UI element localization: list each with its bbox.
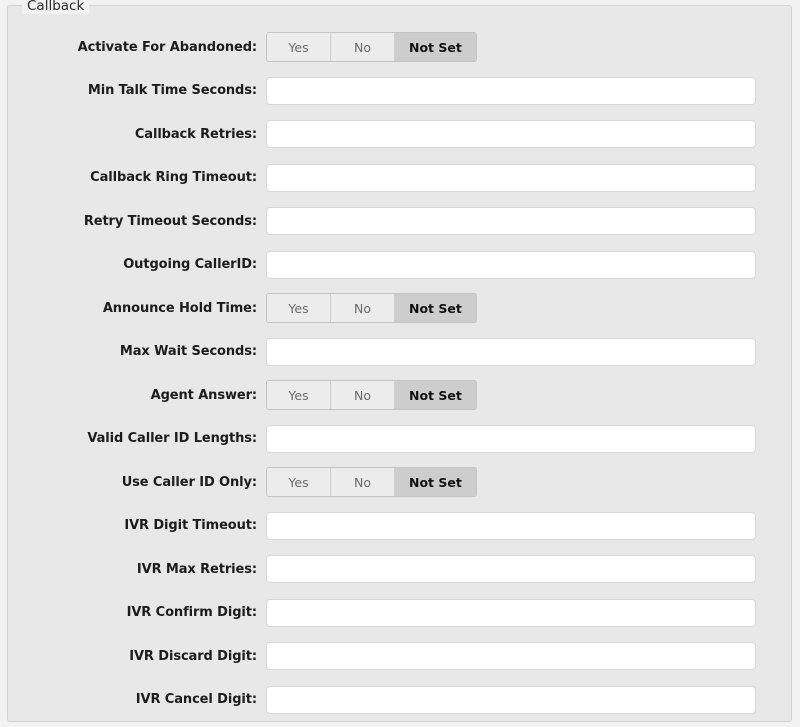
input-ivr-max-retries[interactable] (266, 555, 756, 583)
control-cell (259, 511, 791, 540)
toggle-option-no-announce-hold-time[interactable]: No (331, 294, 395, 322)
settings-row: IVR Cancel Digit: (8, 683, 791, 717)
toggle-group-activate-for-abandoned: Yes No Not Set (266, 32, 477, 62)
input-ivr-cancel-digit[interactable] (266, 685, 756, 714)
callback-settings-panel: Callback Activate For Abandoned: Yes No Not… (7, 0, 792, 722)
label-agent-answer: Agent Answer: (150, 387, 257, 403)
settings-row: Agent Answer: Yes No Not Set (8, 378, 791, 412)
label-callback-ring-timeout: Callback Ring Timeout: (90, 170, 257, 185)
settings-row: IVR Discard Digit: (8, 639, 791, 673)
settings-row: Callback Retries: (8, 117, 791, 151)
label-outgoing-callerid: Outgoing CallerID: (123, 257, 257, 272)
settings-row: Callback Ring Timeout: (8, 161, 791, 195)
settings-rows: Activate For Abandoned: Yes No Not Set Min T… (8, 6, 791, 721)
control-cell (259, 120, 791, 148)
toggle-option-not-set-agent-answer[interactable]: Not Set (395, 381, 476, 409)
toggle-option-no-use-caller-id-only[interactable]: No (331, 468, 395, 496)
label-ivr-digit-timeout: IVR Digit Timeout: (124, 518, 257, 533)
settings-row: Max Wait Seconds: (8, 335, 791, 369)
toggle-option-not-set-announce-hold-time[interactable]: Not Set (395, 294, 476, 322)
control-cell (259, 250, 791, 279)
label-use-caller-id-only: Use Caller ID Only: (121, 474, 257, 490)
label-min-talk-time-seconds: Min Talk Time Seconds: (87, 83, 257, 98)
control-cell (259, 207, 791, 235)
toggle-option-yes-announce-hold-time[interactable]: Yes (267, 294, 331, 322)
label-announce-hold-time: Announce Hold Time: (102, 300, 257, 316)
toggle-group-agent-answer: Yes No Not Set (266, 380, 477, 410)
input-outgoing-callerid[interactable] (266, 250, 756, 279)
control-cell (259, 424, 791, 453)
toggle-group-announce-hold-time: Yes No Not Set (266, 293, 477, 323)
toggle-option-yes-activate-for-abandoned[interactable]: Yes (267, 33, 331, 61)
settings-row: Use Caller ID Only: Yes No Not Set (8, 465, 791, 499)
control-cell (259, 555, 791, 583)
label-ivr-discard-digit: IVR Discard Digit: (129, 648, 257, 664)
label-ivr-cancel-digit: IVR Cancel Digit: (135, 692, 257, 707)
input-min-talk-time-seconds[interactable] (266, 76, 756, 105)
control-cell: Yes No Not Set (259, 32, 791, 62)
control-cell: Yes No Not Set (259, 380, 791, 410)
toggle-option-not-set-activate-for-abandoned[interactable]: Not Set (395, 33, 476, 61)
settings-row: Announce Hold Time: Yes No Not Set (8, 291, 791, 325)
settings-row: IVR Max Retries: (8, 552, 791, 586)
settings-row: Activate For Abandoned: Yes No Not Set (8, 30, 791, 64)
input-ivr-discard-digit[interactable] (266, 642, 756, 670)
control-cell: Yes No Not Set (259, 467, 791, 497)
settings-row: Outgoing CallerID: (8, 248, 791, 282)
toggle-option-not-set-use-caller-id-only[interactable]: Not Set (395, 468, 476, 496)
input-max-wait-seconds[interactable] (266, 337, 756, 366)
control-cell (259, 337, 791, 366)
control-cell: Yes No Not Set (259, 293, 791, 323)
control-cell (259, 76, 791, 105)
settings-row: Valid Caller ID Lengths: (8, 422, 791, 456)
input-valid-caller-id-lengths[interactable] (266, 424, 756, 453)
input-ivr-digit-timeout[interactable] (266, 511, 756, 540)
label-callback-retries: Callback Retries: (134, 126, 257, 142)
input-callback-retries[interactable] (266, 120, 756, 148)
input-callback-ring-timeout[interactable] (266, 163, 756, 192)
label-activate-for-abandoned: Activate For Abandoned: (77, 39, 257, 55)
label-ivr-max-retries: IVR Max Retries: (136, 561, 257, 577)
control-cell (259, 598, 791, 627)
toggle-option-no-agent-answer[interactable]: No (331, 381, 395, 409)
input-retry-timeout-seconds[interactable] (266, 207, 756, 235)
toggle-option-yes-agent-answer[interactable]: Yes (267, 381, 331, 409)
input-ivr-confirm-digit[interactable] (266, 598, 756, 627)
settings-row: Min Talk Time Seconds: (8, 74, 791, 108)
settings-row: IVR Digit Timeout: (8, 509, 791, 543)
settings-row: IVR Confirm Digit: (8, 596, 791, 630)
control-cell (259, 685, 791, 714)
control-cell (259, 642, 791, 670)
label-retry-timeout-seconds: Retry Timeout Seconds: (83, 213, 257, 229)
settings-row: Retry Timeout Seconds: (8, 204, 791, 238)
toggle-option-no-activate-for-abandoned[interactable]: No (331, 33, 395, 61)
toggle-option-yes-use-caller-id-only[interactable]: Yes (267, 468, 331, 496)
label-max-wait-seconds: Max Wait Seconds: (119, 344, 257, 359)
toggle-group-use-caller-id-only: Yes No Not Set (266, 467, 477, 497)
label-valid-caller-id-lengths: Valid Caller ID Lengths: (87, 431, 257, 446)
control-cell (259, 163, 791, 192)
label-ivr-confirm-digit: IVR Confirm Digit: (126, 605, 257, 620)
